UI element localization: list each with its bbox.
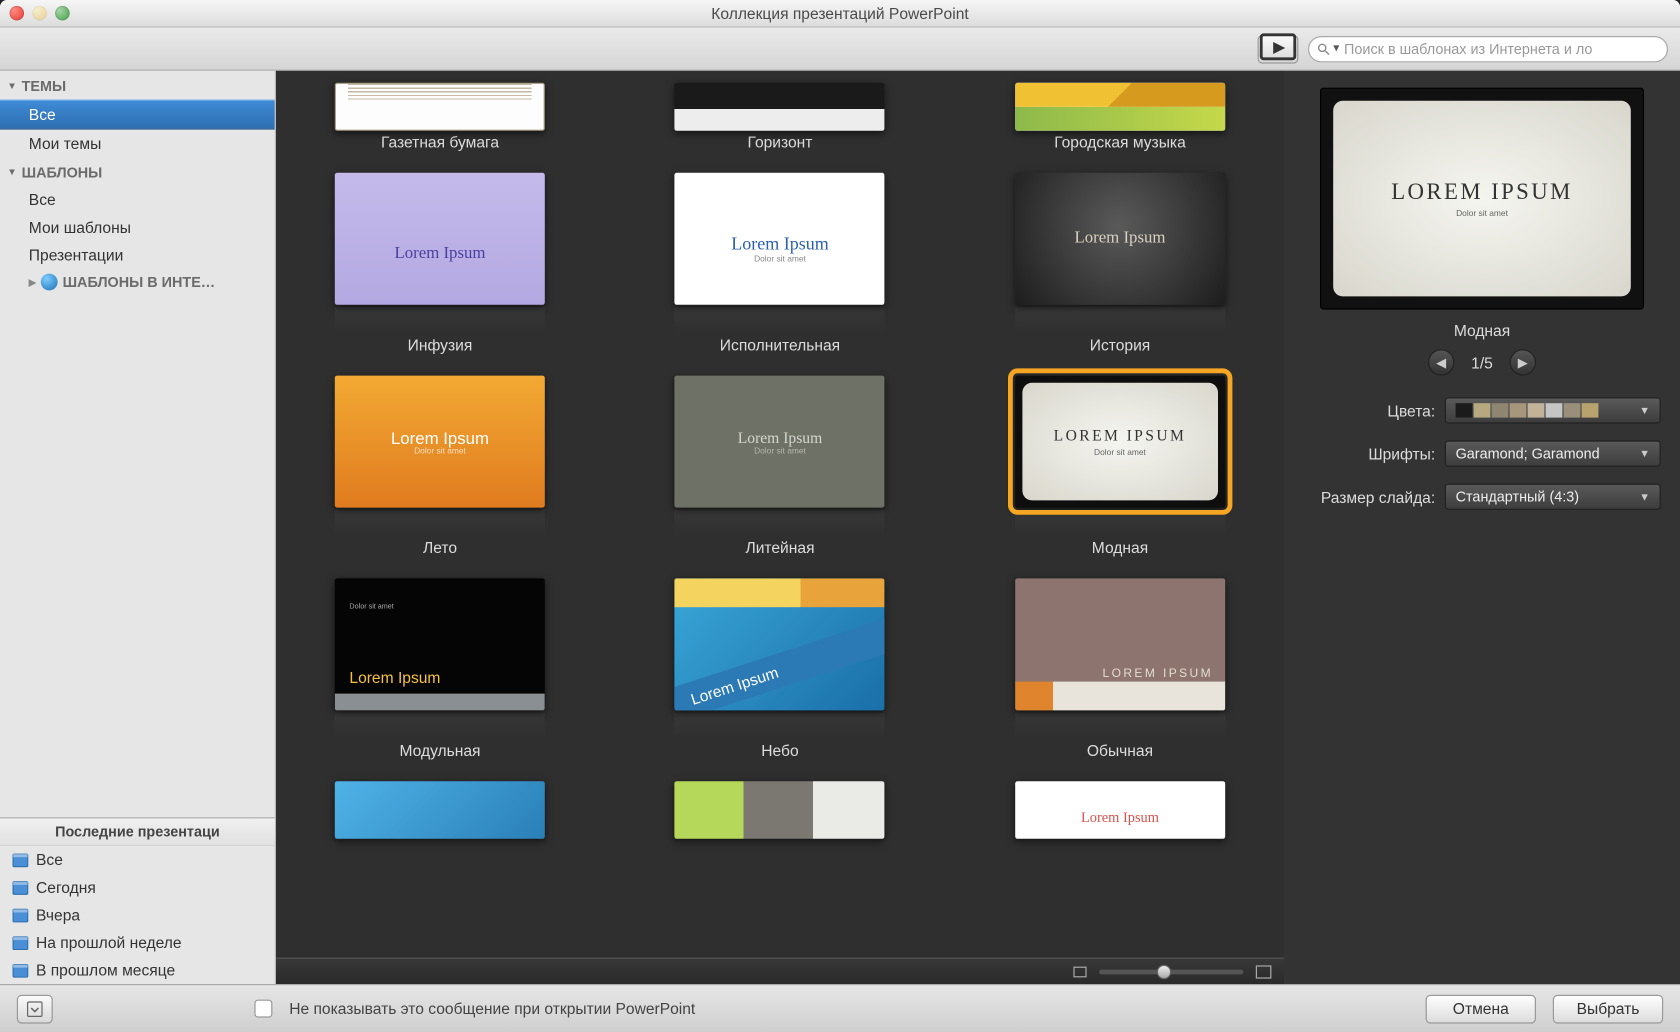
sidebar-item-presentations[interactable]: Презентации	[0, 241, 275, 269]
slide-size-dropdown[interactable]: Стандартный (4:3) ▼	[1445, 484, 1661, 510]
template-ispolnit[interactable]: Lorem IpsumDolor sit ametИсполнительная	[652, 173, 908, 354]
preview-page-indicator: 1/5	[1471, 353, 1493, 371]
recent-last-week[interactable]: На прошлой неделе	[0, 929, 275, 957]
thumb-small-icon[interactable]	[1073, 964, 1087, 978]
calendar-icon	[12, 962, 29, 979]
chevron-down-icon: ▼	[1639, 448, 1650, 460]
bottom-bar: Не показывать это сообщение при открытии…	[0, 984, 1680, 1032]
colors-dropdown[interactable]: ▼	[1445, 397, 1661, 423]
recent-yesterday[interactable]: Вчера	[0, 901, 275, 929]
sidebar-item-all-themes[interactable]: Все	[0, 100, 275, 130]
collapse-sidebar-button[interactable]	[17, 994, 53, 1023]
dont-show-checkbox[interactable]	[254, 1000, 272, 1018]
template-row4c[interactable]: Lorem Ipsum	[992, 781, 1248, 839]
titlebar: Коллекция презентаций PowerPoint	[0, 0, 1680, 28]
globe-icon	[41, 274, 58, 291]
fonts-label: Шрифты:	[1303, 445, 1445, 463]
thumb-large-icon[interactable]	[1255, 963, 1272, 980]
sidebar-item-all-templates[interactable]: Все	[0, 186, 275, 214]
recent-today[interactable]: Сегодня	[0, 874, 275, 902]
template-modnaya[interactable]: LOREM IPSUMDolor sit ametМодная	[992, 376, 1248, 557]
search-input[interactable]: ▾ Поиск в шаблонах из Интернета и ло	[1308, 35, 1668, 61]
template-obych[interactable]: LOREM IPSUMОбычная	[992, 578, 1248, 759]
search-placeholder: Поиск в шаблонах из Интернета и ло	[1344, 40, 1592, 57]
choose-button[interactable]: Выбрать	[1553, 994, 1663, 1023]
fonts-dropdown[interactable]: Garamond; Garamond ▼	[1445, 440, 1661, 466]
preview-next-button[interactable]: ▶	[1510, 349, 1536, 375]
preview-thumbnail: LOREM IPSUM Dolor sit amet	[1320, 88, 1644, 310]
chevron-down-icon: ▼	[1639, 404, 1650, 416]
template-gorod[interactable]: Городская музыка	[992, 83, 1248, 151]
preview-prev-button[interactable]: ◀	[1428, 349, 1454, 375]
template-istoria[interactable]: Lorem IpsumИстория	[992, 173, 1248, 354]
slide-size-label: Размер слайда:	[1303, 488, 1445, 506]
sidebar-header-themes[interactable]: ТЕМЫ	[0, 71, 275, 100]
recent-last-month[interactable]: В прошлом месяце	[0, 956, 275, 984]
dont-show-label: Не показывать это сообщение при открытии…	[289, 1000, 1409, 1018]
template-nebo[interactable]: Lorem IpsumНебо	[652, 578, 908, 759]
sidebar-item-my-themes[interactable]: Мои темы	[0, 130, 275, 158]
slideshow-button[interactable]	[1258, 34, 1299, 63]
colors-label: Цвета:	[1303, 401, 1445, 419]
chevron-down-boxed-icon	[26, 1000, 43, 1017]
calendar-icon	[12, 851, 29, 868]
calendar-icon	[12, 879, 29, 896]
window-title: Коллекция презентаций PowerPoint	[0, 4, 1680, 22]
template-gazeta[interactable]: Газетная бумага	[312, 83, 568, 151]
template-chooser-window: Коллекция презентаций PowerPoint ▾ Поиск…	[0, 0, 1680, 1032]
sidebar-header-templates[interactable]: ШАБЛОНЫ	[0, 157, 275, 186]
template-gallery: Газетная бумага Горизонт Городская музык…	[276, 71, 1284, 984]
preview-template-name: Модная	[1454, 322, 1510, 340]
gallery-footer	[276, 958, 1284, 984]
template-horizont[interactable]: Горизонт	[652, 83, 908, 151]
template-litejn[interactable]: Lorem IpsumDolor sit ametЛитейная	[652, 376, 908, 557]
calendar-icon	[12, 934, 29, 951]
zoom-slider[interactable]	[1099, 969, 1243, 974]
sidebar-item-online-templates[interactable]: ▶ ШАБЛОНЫ В ИНТЕ…	[0, 269, 275, 295]
preview-pane: LOREM IPSUM Dolor sit amet Модная ◀ 1/5 …	[1284, 71, 1680, 984]
cancel-button[interactable]: Отмена	[1426, 994, 1536, 1023]
template-row4a[interactable]	[312, 781, 568, 839]
recent-header: Последние презентаци	[0, 817, 275, 846]
template-infuzia[interactable]: Lorem IpsumИнфузия	[312, 173, 568, 354]
color-swatches	[1456, 403, 1599, 417]
sidebar: ТЕМЫ Все Мои темы ШАБЛОНЫ Все Мои шаблон…	[0, 71, 276, 984]
sidebar-item-my-templates[interactable]: Мои шаблоны	[0, 214, 275, 242]
template-row4b[interactable]	[652, 781, 908, 839]
template-leto[interactable]: Lorem IpsumDolor sit ametЛето	[312, 376, 568, 557]
search-icon	[1316, 41, 1330, 55]
chevron-down-icon: ▼	[1639, 491, 1650, 503]
calendar-icon	[12, 907, 29, 924]
recent-all[interactable]: Все	[0, 846, 275, 874]
template-modul[interactable]: Dolor sit ametLorem IpsumМодульная	[312, 578, 568, 759]
toolbar: ▾ Поиск в шаблонах из Интернета и ло	[0, 28, 1680, 71]
